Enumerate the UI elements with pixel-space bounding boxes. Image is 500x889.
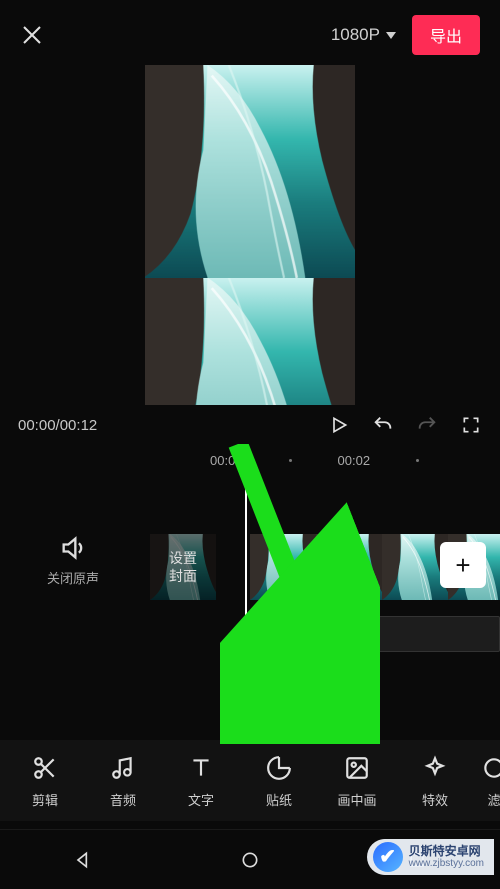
nav-home-icon — [240, 850, 260, 870]
resolution-selector[interactable]: 1080P — [331, 25, 396, 45]
tool-label: 文字 — [188, 790, 214, 809]
tool-label: 剪辑 — [32, 790, 58, 809]
playhead[interactable] — [245, 452, 247, 694]
add-audio-label: 添加音频 — [284, 624, 340, 644]
export-button[interactable]: 导出 — [412, 15, 480, 55]
tool-sticker[interactable]: 贴纸 — [240, 754, 318, 809]
clip-thumbnail — [316, 534, 382, 600]
scissors-icon — [31, 754, 59, 782]
set-cover-button[interactable]: 设置封面 — [150, 534, 216, 600]
ruler-dot — [416, 459, 419, 462]
tool-label: 音频 — [110, 790, 136, 809]
fullscreen-button[interactable] — [460, 414, 482, 436]
fullscreen-icon — [461, 415, 481, 435]
tool-text[interactable]: 文字 — [162, 754, 240, 809]
play-icon — [329, 415, 349, 435]
sticker-icon — [265, 754, 293, 782]
music-note-icon — [109, 754, 137, 782]
chevron-down-icon — [386, 32, 396, 39]
play-button[interactable] — [328, 414, 350, 436]
add-clip-button[interactable]: + — [440, 542, 486, 588]
filter-icon — [480, 754, 500, 782]
watermark: ✔ 贝斯特安卓网 www.zjbstyy.com — [367, 839, 494, 875]
preview-area — [0, 70, 500, 400]
close-button[interactable] — [20, 23, 44, 47]
redo-button[interactable] — [416, 414, 438, 436]
text-icon — [187, 754, 215, 782]
tool-label: 滤 — [487, 790, 500, 809]
add-audio-track[interactable]: + 添加音频 — [250, 616, 500, 652]
watermark-url: www.zjbstyy.com — [409, 858, 484, 869]
tool-label: 贴纸 — [266, 790, 292, 809]
resolution-value: 1080P — [331, 25, 380, 45]
tool-fx[interactable]: 特效 — [396, 754, 474, 809]
plus-icon: + — [265, 624, 276, 645]
tool-pip[interactable]: 画中画 — [318, 754, 396, 809]
nav-home-button[interactable] — [239, 849, 261, 871]
ruler-dot — [289, 459, 292, 462]
plus-icon: + — [455, 550, 470, 581]
picture-icon — [343, 754, 371, 782]
video-preview[interactable] — [145, 65, 355, 405]
preview-image — [145, 65, 355, 405]
watermark-badge-icon: ✔ — [373, 842, 403, 872]
nav-back-icon — [73, 850, 93, 870]
undo-button[interactable] — [372, 414, 394, 436]
undo-icon — [372, 414, 394, 436]
clip-thumbnail — [250, 534, 316, 600]
bottom-toolbar: 剪辑 音频 文字 贴纸 画中画 特效 滤 — [0, 740, 500, 821]
ruler-tick: 00:02 — [338, 453, 371, 468]
tool-label: 画中画 — [337, 790, 376, 809]
close-icon — [20, 23, 44, 47]
watermark-title: 贝斯特安卓网 — [409, 845, 484, 858]
nav-back-button[interactable] — [72, 849, 94, 871]
speaker-icon — [59, 534, 87, 562]
ruler-tick: 00:00 — [210, 453, 243, 468]
redo-icon — [416, 414, 438, 436]
tool-edit[interactable]: 剪辑 — [6, 754, 84, 809]
time-counter: 00:00/00:12 — [18, 417, 97, 434]
mute-label: 关闭原声 — [42, 568, 104, 587]
sparkle-icon — [421, 754, 449, 782]
mute-original-sound[interactable]: 关闭原声 — [42, 534, 104, 587]
tool-filter[interactable]: 滤 — [474, 754, 500, 809]
tool-label: 特效 — [422, 790, 448, 809]
timeline-ruler: 00:00 00:02 — [0, 446, 500, 474]
clip-thumbnail — [382, 534, 448, 600]
tool-audio[interactable]: 音频 — [84, 754, 162, 809]
